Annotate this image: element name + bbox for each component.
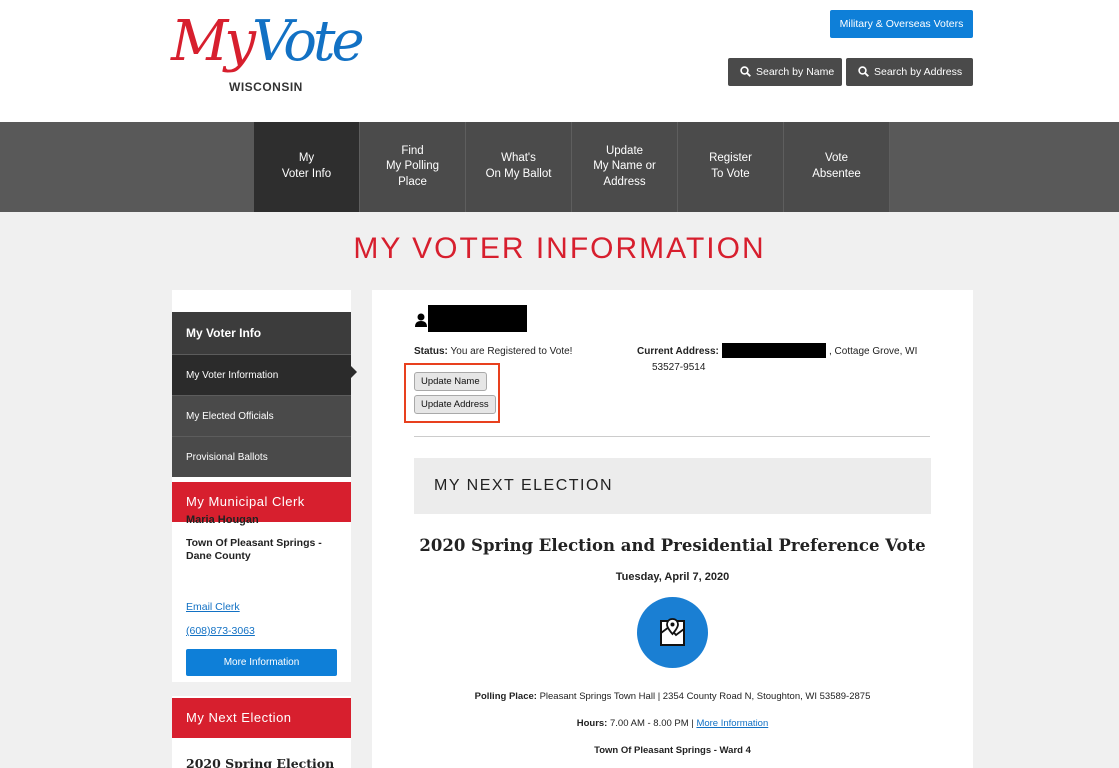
clerk-more-information-button[interactable]: More Information — [186, 649, 337, 676]
email-clerk-link[interactable]: Email Clerk — [186, 601, 240, 613]
clerk-phone-link[interactable]: (608)873-3063 — [186, 625, 255, 637]
current-address-label: Current Address: — [637, 346, 719, 357]
clerk-name: Maria Hougan — [186, 514, 259, 526]
section-divider — [414, 436, 930, 437]
sidebar-item-my-voter-information[interactable]: My Voter Information — [172, 354, 351, 395]
page-title: MY VOTER INFORMATION — [353, 232, 766, 265]
clerk-town: Town Of Pleasant Springs - Dane County — [186, 537, 322, 563]
redacted-street-address — [722, 343, 826, 358]
nav-vote-absentee[interactable]: Vote Absentee — [784, 122, 890, 212]
active-item-arrow — [351, 366, 357, 378]
sidebar-spacer — [172, 290, 351, 312]
search-by-name-button[interactable]: Search by Name — [728, 58, 842, 86]
main-nav: My Voter Info Find My Polling Place What's O… — [0, 122, 1119, 212]
site-header: MyVote WISCONSIN Military & Overseas Vot… — [0, 0, 1119, 122]
my-next-election-heading: MY NEXT ELECTION — [414, 458, 931, 514]
current-address-city: , Cottage Grove, WI — [829, 346, 918, 357]
sidebar-next-election-title: 2020 Spring Election and — [186, 756, 335, 768]
search-by-address-label: Search by Address — [874, 66, 963, 78]
next-election-heading: My Next Election — [172, 698, 351, 738]
update-name-button[interactable]: Update Name — [414, 372, 487, 391]
nav-update-name-address[interactable]: Update My Name or Address — [572, 122, 678, 212]
nav-whats-on-my-ballot[interactable]: What's On My Ballot — [466, 122, 572, 212]
registration-status: Status: You are Registered to Vote! — [414, 346, 573, 357]
nav-register-to-vote[interactable]: Register To Vote — [678, 122, 784, 212]
myvote-logo[interactable]: MyVote WISCONSIN — [171, 6, 365, 102]
polling-hours: Hours: 7.00 AM - 8.00 PM | More Informat… — [576, 718, 769, 729]
logo-subtitle: WISCONSIN — [229, 80, 303, 94]
sidebar-separator — [172, 682, 351, 696]
search-icon — [858, 66, 869, 77]
sidebar: My Voter Info My Voter Information My El… — [172, 290, 357, 768]
election-date: Tuesday, April 7, 2020 — [615, 571, 730, 583]
election-title: 2020 Spring Election and Presidential Pr… — [419, 536, 926, 555]
map-pin-icon — [660, 618, 685, 646]
redacted-voter-name — [428, 305, 527, 332]
person-icon — [415, 313, 427, 327]
update-address-button[interactable]: Update Address — [414, 395, 496, 414]
nav-find-polling-place[interactable]: Find My Polling Place — [360, 122, 466, 212]
search-by-name-label: Search by Name — [756, 66, 835, 78]
sidebar-item-provisional-ballots[interactable]: Provisional Ballots — [172, 436, 351, 477]
polling-map-button[interactable] — [637, 597, 708, 668]
nav-my-voter-info[interactable]: My Voter Info — [254, 122, 360, 212]
polling-place: Polling Place: Pleasant Springs Town Hal… — [474, 691, 871, 702]
logo-wordmark: MyVote — [171, 9, 365, 74]
sidebar-heading: My Voter Info — [172, 312, 351, 354]
sidebar-item-my-elected-officials[interactable]: My Elected Officials — [172, 395, 351, 436]
search-icon — [740, 66, 751, 77]
military-overseas-button[interactable]: Military & Overseas Voters — [830, 10, 973, 38]
voter-ward: Town Of Pleasant Springs - Ward 4 — [594, 745, 751, 756]
current-address-zip: 53527-9514 — [652, 362, 706, 373]
hours-more-information-link[interactable]: More Information — [696, 718, 768, 729]
main-content: Status: You are Registered to Vote! Curr… — [372, 290, 973, 768]
search-by-address-button[interactable]: Search by Address — [846, 58, 973, 86]
